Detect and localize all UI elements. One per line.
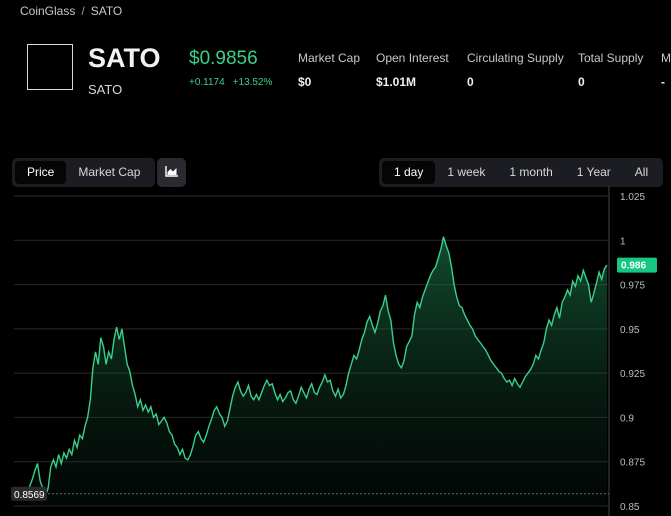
stat-value: $0 [298, 75, 312, 89]
tab-price[interactable]: Price [15, 161, 67, 184]
y-tick-label: 0.95 [620, 325, 640, 336]
stat-label: Ma [661, 51, 671, 65]
coin-name: SATO [88, 82, 123, 97]
range-1-week[interactable]: 1 week [435, 161, 497, 184]
y-tick-label: 0.875 [620, 458, 645, 469]
breadcrumb-separator: / [81, 4, 85, 18]
stat-total-supply: Total Supply 0 [578, 51, 643, 89]
range-1-day[interactable]: 1 day [382, 161, 436, 184]
y-tick-label: 1 [620, 236, 626, 247]
min-price-badge: 0.8569 [11, 486, 47, 501]
stat-value: - [661, 75, 665, 89]
area-chart-icon [164, 164, 179, 182]
view-toggle: Price Market Cap [12, 158, 156, 187]
stat-value: 0 [578, 75, 585, 89]
range-all[interactable]: All [623, 161, 660, 184]
coin-symbol: SATO [88, 43, 161, 73]
stat-circulating-supply: Circulating Supply 0 [467, 51, 564, 89]
stat-label: Circulating Supply [467, 51, 564, 65]
chart-type-button[interactable] [157, 158, 186, 187]
range-toggle: 1 day 1 week 1 month 1 Year All [379, 158, 664, 187]
stat-market-cap: Market Cap $0 [298, 51, 360, 89]
current-price-badge: 0.986 [617, 257, 657, 273]
coin-logo [27, 44, 73, 90]
y-axis: 1.025 1 0.975 0.95 0.925 0.9 0.875 0.85 [620, 192, 645, 513]
y-tick-label: 1.025 [620, 192, 645, 203]
range-1-year[interactable]: 1 Year [565, 161, 623, 184]
stat-max-supply: Ma - [661, 51, 671, 89]
y-tick-label: 0.975 [620, 281, 645, 292]
breadcrumb: CoinGlass / SATO [20, 4, 122, 18]
stat-open-interest: Open Interest $1.01M [376, 51, 449, 89]
stat-label: Open Interest [376, 51, 449, 65]
stat-value: 0 [467, 75, 474, 89]
y-tick-label: 0.925 [620, 369, 645, 380]
current-price-badge-text: 0.986 [621, 261, 646, 272]
tab-market-cap[interactable]: Market Cap [66, 161, 152, 184]
price-change-absolute: +0.1174 [189, 77, 225, 88]
stat-label: Market Cap [298, 51, 361, 65]
y-tick-label: 0.9 [620, 413, 634, 424]
stat-label: Total Supply [578, 51, 644, 65]
y-tick-label: 0.85 [620, 502, 640, 513]
stat-value: $1.01M [376, 75, 417, 89]
price-change: +0.1174 +13.52% [189, 77, 272, 88]
price-chart[interactable]: 1.025 1 0.975 0.95 0.925 0.9 0.875 0.85 0.986 0… [0, 186, 671, 516]
breadcrumb-home-link[interactable]: CoinGlass [20, 4, 75, 18]
breadcrumb-current: SATO [90, 4, 123, 18]
min-price-badge-text: 0.8569 [14, 490, 45, 501]
price-change-percent: +13.52% [232, 77, 273, 88]
range-1-month[interactable]: 1 month [497, 161, 564, 184]
current-price: $0.9856 [189, 48, 258, 69]
price-area-fill [27, 236, 607, 506]
